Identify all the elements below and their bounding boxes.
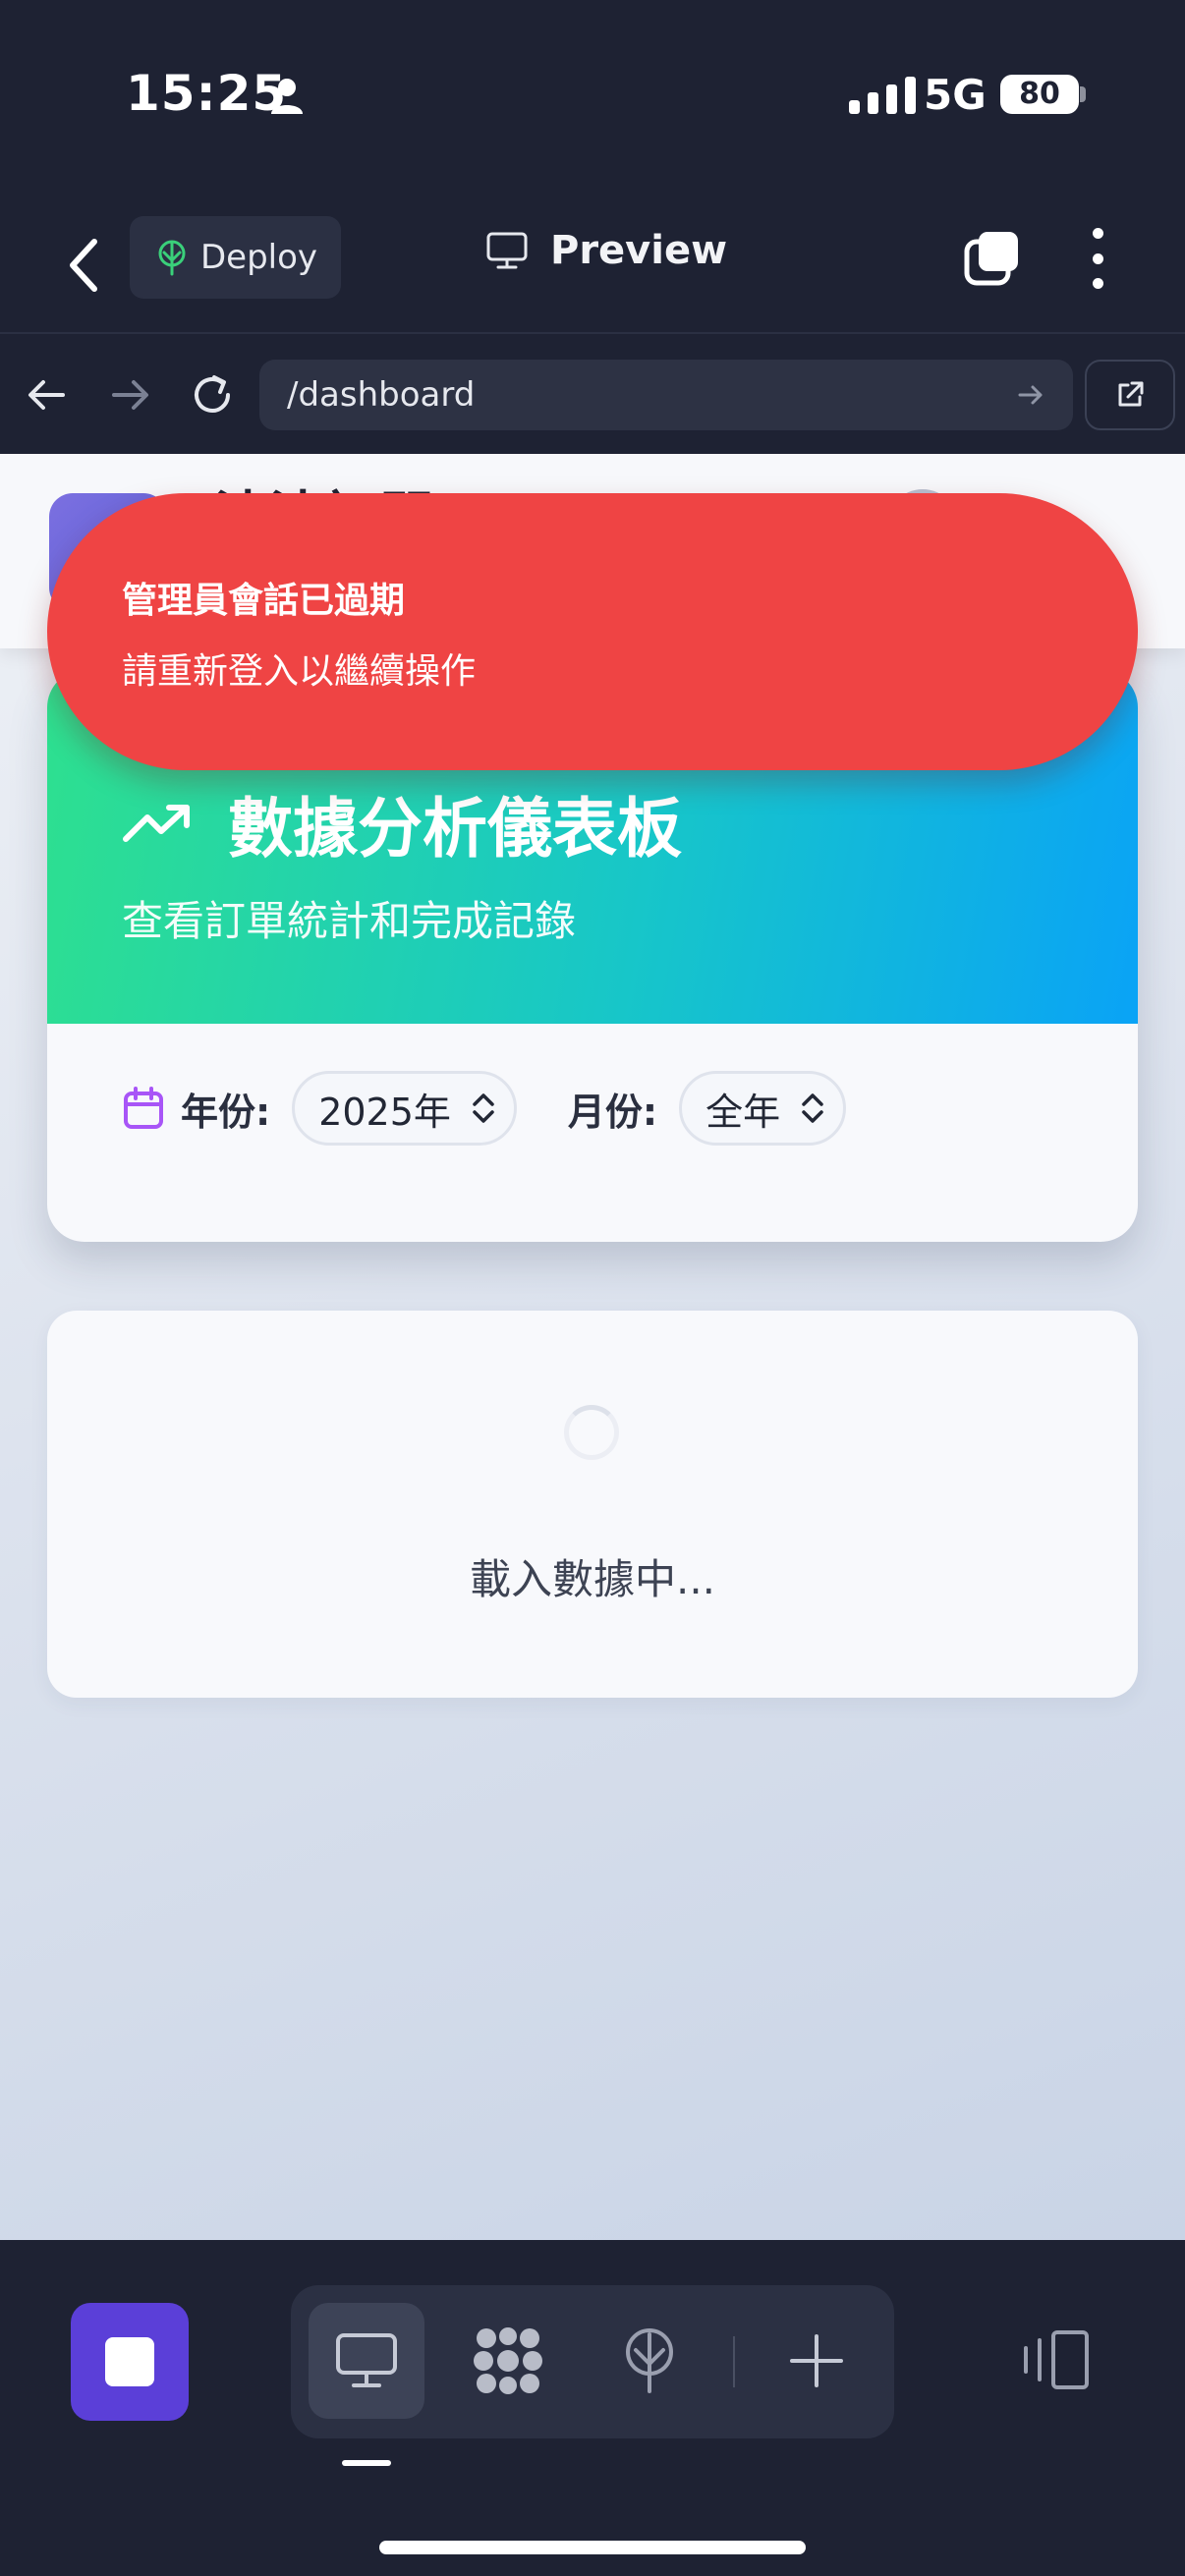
- loading-card: 載入數據中...: [47, 1311, 1138, 1698]
- dock-add-button[interactable]: [759, 2303, 875, 2419]
- back-icon[interactable]: [61, 234, 108, 297]
- arrow-forward-icon[interactable]: [102, 367, 157, 422]
- tabs-icon[interactable]: [961, 226, 1024, 289]
- chevron-updown-icon: [473, 1093, 494, 1123]
- battery-tip: [1080, 86, 1086, 102]
- app-header: Deploy Preview: [0, 196, 1185, 334]
- dock-divider: [733, 2336, 735, 2387]
- status-time: 15:25: [126, 65, 288, 122]
- calendar-icon: [124, 1087, 163, 1129]
- year-value: 2025年: [318, 1090, 451, 1134]
- session-expired-toast[interactable]: 管理員會話已過期 請重新登入以繼續操作: [47, 493, 1138, 770]
- url-input[interactable]: /dashboard: [259, 360, 1073, 430]
- loading-text: 載入數據中...: [469, 1555, 716, 1603]
- trending-up-icon: [123, 805, 190, 842]
- toast-message: 請重新登入以繼續操作: [122, 651, 477, 692]
- deploy-icon: [626, 2328, 673, 2393]
- month-value: 全年: [705, 1090, 781, 1134]
- external-link-icon: [1118, 381, 1144, 407]
- toast-title: 管理員會話已過期: [122, 581, 406, 621]
- deploy-icon: [158, 240, 186, 276]
- plus-icon: [790, 2334, 843, 2387]
- url-text: /dashboard: [287, 375, 476, 415]
- preview-label: Preview: [550, 228, 728, 273]
- monitor-icon: [336, 2333, 397, 2387]
- dock-apps-button[interactable]: [450, 2303, 566, 2419]
- page-title: 數據分析儀表板: [228, 791, 682, 867]
- dock-active-indicator: [342, 2460, 391, 2466]
- filter-bar: 年份: 2025年 月份: 全年: [122, 1071, 847, 1146]
- dashboard-heading: 數據分析儀表板: [122, 776, 682, 870]
- go-arrow-icon[interactable]: [1016, 380, 1045, 410]
- dock-preview-button[interactable]: [309, 2303, 424, 2419]
- monitor-icon: [486, 232, 528, 269]
- person-icon: [271, 79, 303, 114]
- panel-toggle-icon[interactable]: [1018, 2328, 1093, 2391]
- signal-icon: [849, 77, 916, 114]
- stop-button[interactable]: [71, 2303, 189, 2421]
- month-select[interactable]: 全年: [679, 1071, 847, 1146]
- battery-icon: 80: [1000, 75, 1079, 114]
- bottom-toolbar: [0, 2240, 1185, 2576]
- home-indicator[interactable]: [379, 2541, 806, 2554]
- grid-blobs-icon: [474, 2327, 542, 2394]
- network-type: 5G: [924, 71, 987, 119]
- deploy-button[interactable]: Deploy: [130, 216, 341, 299]
- year-select[interactable]: 2025年: [292, 1071, 517, 1146]
- url-bar: /dashboard: [0, 336, 1185, 454]
- dock: [291, 2285, 894, 2438]
- arrow-back-icon[interactable]: [20, 367, 75, 422]
- month-label: 月份:: [567, 1090, 658, 1134]
- chevron-updown-icon: [802, 1093, 823, 1123]
- preview-tab[interactable]: Preview: [485, 228, 727, 273]
- status-bar: 15:25 5G 80: [0, 0, 1185, 196]
- stop-icon: [105, 2337, 154, 2386]
- loading-spinner: [564, 1405, 619, 1460]
- dock-deploy-button[interactable]: [592, 2303, 707, 2419]
- year-label: 年份:: [181, 1090, 271, 1134]
- open-external-button[interactable]: [1085, 360, 1175, 430]
- deploy-label: Deploy: [200, 238, 318, 277]
- more-icon[interactable]: [1081, 224, 1114, 293]
- page-subtitle: 查看訂單統計和完成記錄: [122, 897, 577, 945]
- reload-icon[interactable]: [185, 367, 240, 422]
